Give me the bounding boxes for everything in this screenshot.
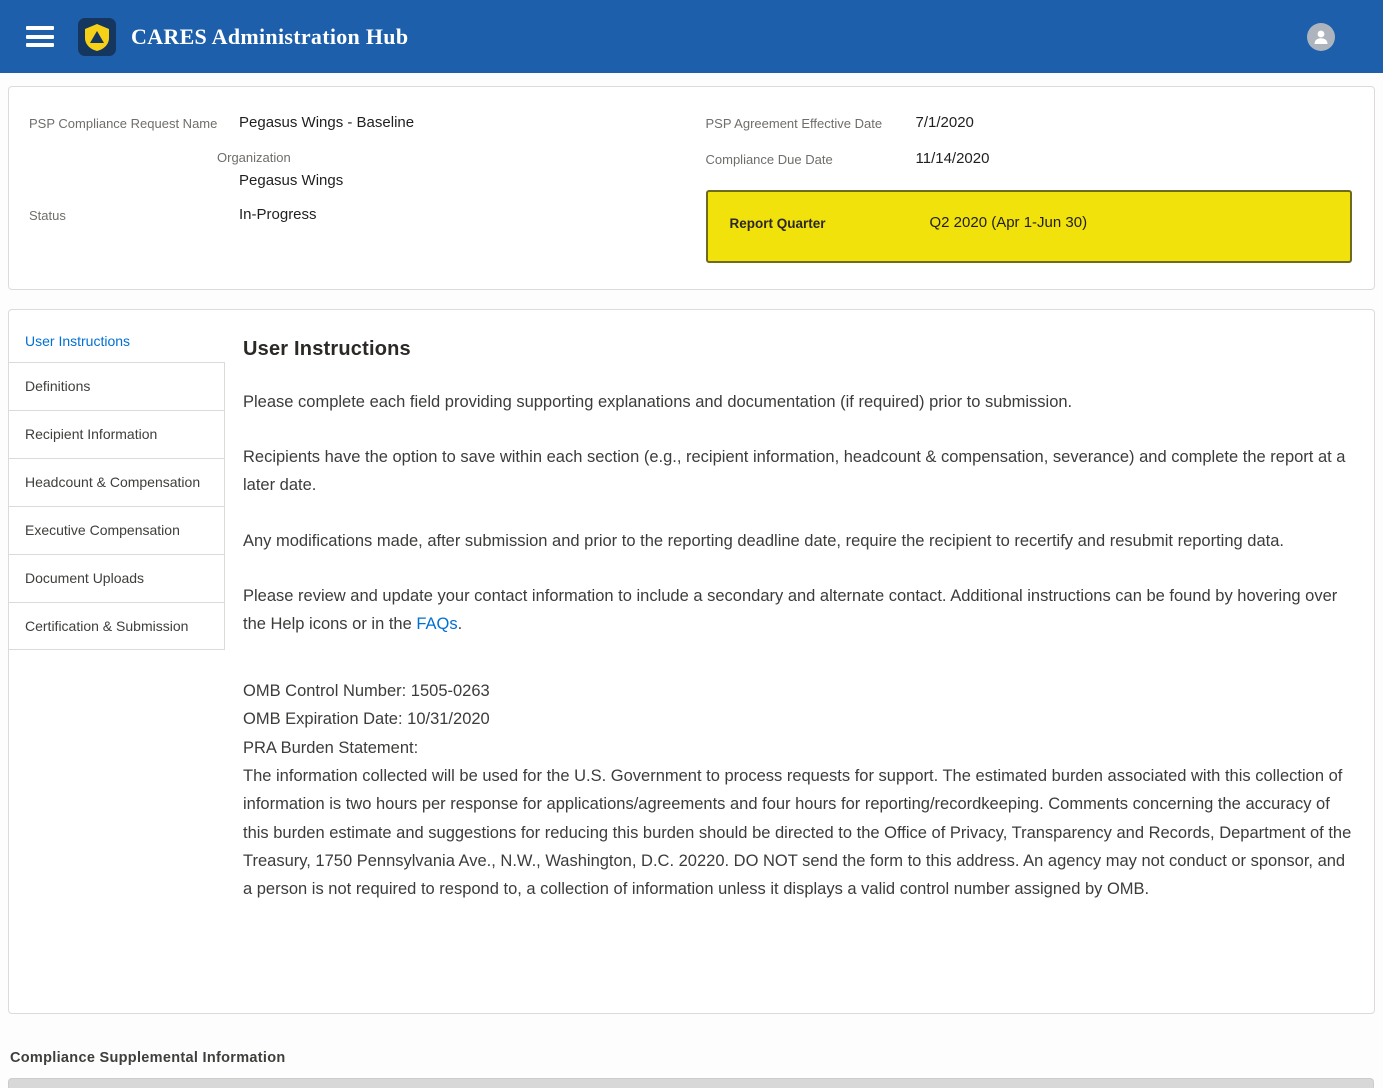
info-panel-left-column: PSP Compliance Request Name Pegasus Wing… <box>29 113 676 263</box>
tab-certification-submission[interactable]: Certification & Submission <box>9 602 225 650</box>
tab-executive-compensation[interactable]: Executive Compensation <box>9 506 225 554</box>
top-navigation-bar: CARES Administration Hub <box>0 0 1383 73</box>
request-name-label: PSP Compliance Request Name <box>29 113 239 133</box>
status-label: Status <box>29 205 239 225</box>
omb-control-number: OMB Control Number: 1505-0263 <box>243 677 1352 705</box>
effective-date-label: PSP Agreement Effective Date <box>706 113 916 133</box>
tab-document-uploads[interactable]: Document Uploads <box>9 554 225 602</box>
tab-definitions[interactable]: Definitions <box>9 362 225 410</box>
faqs-link[interactable]: FAQs <box>416 615 457 633</box>
compliance-request-info-panel: PSP Compliance Request Name Pegasus Wing… <box>8 86 1375 290</box>
compliance-supplemental-title: Compliance Supplemental Information <box>10 1050 1383 1066</box>
field-due-date: Compliance Due Date 11/14/2020 <box>706 149 1353 169</box>
user-icon <box>1312 28 1330 46</box>
pra-burden-label: PRA Burden Statement: <box>243 734 1352 762</box>
status-value: In-Progress <box>239 205 676 225</box>
effective-date-value: 7/1/2020 <box>916 113 1353 133</box>
instructions-paragraph-3: Any modifications made, after submission… <box>243 527 1352 555</box>
field-status: Status In-Progress <box>29 205 676 225</box>
section-tab-list: User Instructions Definitions Recipient … <box>9 310 225 1013</box>
paragraph-4-text: Please review and update your contact in… <box>243 587 1337 633</box>
hamburger-menu-icon[interactable] <box>26 26 54 47</box>
omb-statement-block: OMB Control Number: 1505-0263 OMB Expira… <box>243 677 1352 904</box>
tab-user-instructions[interactable]: User Instructions <box>9 320 225 362</box>
info-panel-right-column: PSP Agreement Effective Date 7/1/2020 Co… <box>706 113 1353 263</box>
request-name-value: Pegasus Wings - Baseline <box>239 113 676 133</box>
field-request-name: PSP Compliance Request Name Pegasus Wing… <box>29 113 676 133</box>
report-quarter-value: Q2 2020 (Apr 1-Jun 30) <box>930 214 1329 231</box>
field-organization: Organization Pegasus Wings <box>29 147 676 191</box>
tab-headcount-compensation[interactable]: Headcount & Compensation <box>9 458 225 506</box>
due-date-value: 11/14/2020 <box>916 149 1353 169</box>
panel-title: User Instructions <box>243 338 1352 361</box>
report-quarter-label: Report Quarter <box>730 214 930 231</box>
report-sections-card: User Instructions Definitions Recipient … <box>8 309 1375 1014</box>
pra-burden-text: The information collected will be used f… <box>243 762 1352 904</box>
report-quarter-highlight-box: Report Quarter Q2 2020 (Apr 1-Jun 30) <box>706 190 1353 263</box>
organization-label: Organization <box>217 147 676 167</box>
user-avatar-button[interactable] <box>1307 23 1335 51</box>
field-effective-date: PSP Agreement Effective Date 7/1/2020 <box>706 113 1353 133</box>
instructions-paragraph-4: Please review and update your contact in… <box>243 582 1352 639</box>
paragraph-4-period: . <box>458 615 463 633</box>
tab-recipient-information[interactable]: Recipient Information <box>9 410 225 458</box>
collapsed-section-bar[interactable] <box>8 1078 1374 1088</box>
app-logo-icon <box>78 18 116 56</box>
page: CARES Administration Hub PSP Compliance … <box>0 0 1383 1088</box>
instructions-paragraph-2: Recipients have the option to save withi… <box>243 443 1352 500</box>
user-instructions-panel: User Instructions Please complete each f… <box>225 310 1374 1013</box>
organization-value: Pegasus Wings <box>239 171 676 191</box>
omb-expiration-date: OMB Expiration Date: 10/31/2020 <box>243 705 1352 733</box>
instructions-paragraph-1: Please complete each field providing sup… <box>243 388 1352 416</box>
due-date-label: Compliance Due Date <box>706 149 916 169</box>
app-title: CARES Administration Hub <box>131 24 408 50</box>
